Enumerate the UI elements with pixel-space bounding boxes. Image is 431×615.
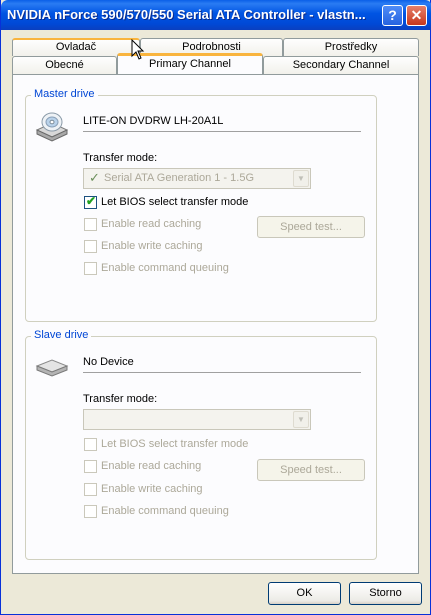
tab-panel: Master drive LITE-ON DVDRW LH-20A1L Tran… bbox=[12, 74, 419, 574]
master-drive-label: Master drive bbox=[31, 88, 98, 100]
slave-transfer-select[interactable]: ▼ bbox=[83, 409, 311, 430]
chevron-down-icon: ▼ bbox=[293, 170, 309, 187]
checkbox-box[interactable] bbox=[84, 240, 97, 253]
tab-obecne[interactable]: Obecné bbox=[12, 56, 117, 74]
slave-bios-label: Let BIOS select transfer mode bbox=[101, 438, 249, 450]
ok-button[interactable]: OK bbox=[268, 582, 341, 605]
checkbox-box[interactable] bbox=[84, 483, 97, 496]
tab-secondary-channel[interactable]: Secondary Channel bbox=[263, 56, 419, 74]
slave-separator bbox=[83, 372, 361, 373]
checkbox-box[interactable]: ✔ bbox=[84, 194, 97, 209]
check-icon: ✓ bbox=[89, 170, 100, 185]
checkbox-box[interactable] bbox=[84, 438, 97, 451]
help-button[interactable]: ? bbox=[382, 5, 403, 26]
master-device-name: LITE-ON DVDRW LH-20A1L bbox=[83, 115, 224, 127]
window-title: NVIDIA nForce 590/570/550 Serial ATA Con… bbox=[7, 7, 366, 22]
master-drive-group bbox=[25, 95, 377, 322]
cancel-button[interactable]: Storno bbox=[349, 582, 422, 605]
master-transfer-select[interactable]: ✓ Serial ATA Generation 1 - 1.5G ▼ bbox=[83, 168, 311, 189]
master-queue-label: Enable command queuing bbox=[101, 262, 229, 274]
tab-prostredky[interactable]: Prostředky bbox=[283, 38, 419, 56]
master-bios-label: Let BIOS select transfer mode bbox=[101, 196, 249, 208]
properties-window: NVIDIA nForce 590/570/550 Serial ATA Con… bbox=[0, 0, 431, 615]
master-transfer-value: Serial ATA Generation 1 - 1.5G bbox=[104, 172, 255, 184]
empty-drive-icon bbox=[35, 359, 69, 377]
slave-transfer-label: Transfer mode: bbox=[83, 393, 158, 405]
slave-speed-test-button[interactable]: Speed test... bbox=[257, 459, 365, 481]
checkbox-box[interactable] bbox=[84, 505, 97, 518]
master-read-cache-label: Enable read caching bbox=[101, 218, 202, 230]
checkmark-icon: ✔ bbox=[86, 194, 97, 208]
master-transfer-label: Transfer mode: bbox=[83, 152, 158, 164]
master-write-cache-label: Enable write caching bbox=[101, 240, 203, 252]
slave-drive-label: Slave drive bbox=[31, 329, 92, 341]
title-bar[interactable]: NVIDIA nForce 590/570/550 Serial ATA Con… bbox=[1, 0, 431, 30]
checkbox-box[interactable] bbox=[84, 460, 97, 473]
master-speed-test-button[interactable]: Speed test... bbox=[257, 216, 365, 238]
close-button[interactable]: ✕ bbox=[406, 5, 427, 26]
chevron-down-icon: ▼ bbox=[293, 411, 309, 428]
master-separator bbox=[83, 131, 361, 132]
mouse-cursor-icon bbox=[131, 39, 145, 60]
cd-drive-icon bbox=[35, 112, 69, 142]
slave-read-cache-label: Enable read caching bbox=[101, 460, 202, 472]
slave-queue-label: Enable command queuing bbox=[101, 505, 229, 517]
checkbox-box[interactable] bbox=[84, 218, 97, 231]
checkbox-box[interactable] bbox=[84, 262, 97, 275]
slave-write-cache-label: Enable write caching bbox=[101, 483, 203, 495]
slave-device-name: No Device bbox=[83, 356, 134, 368]
